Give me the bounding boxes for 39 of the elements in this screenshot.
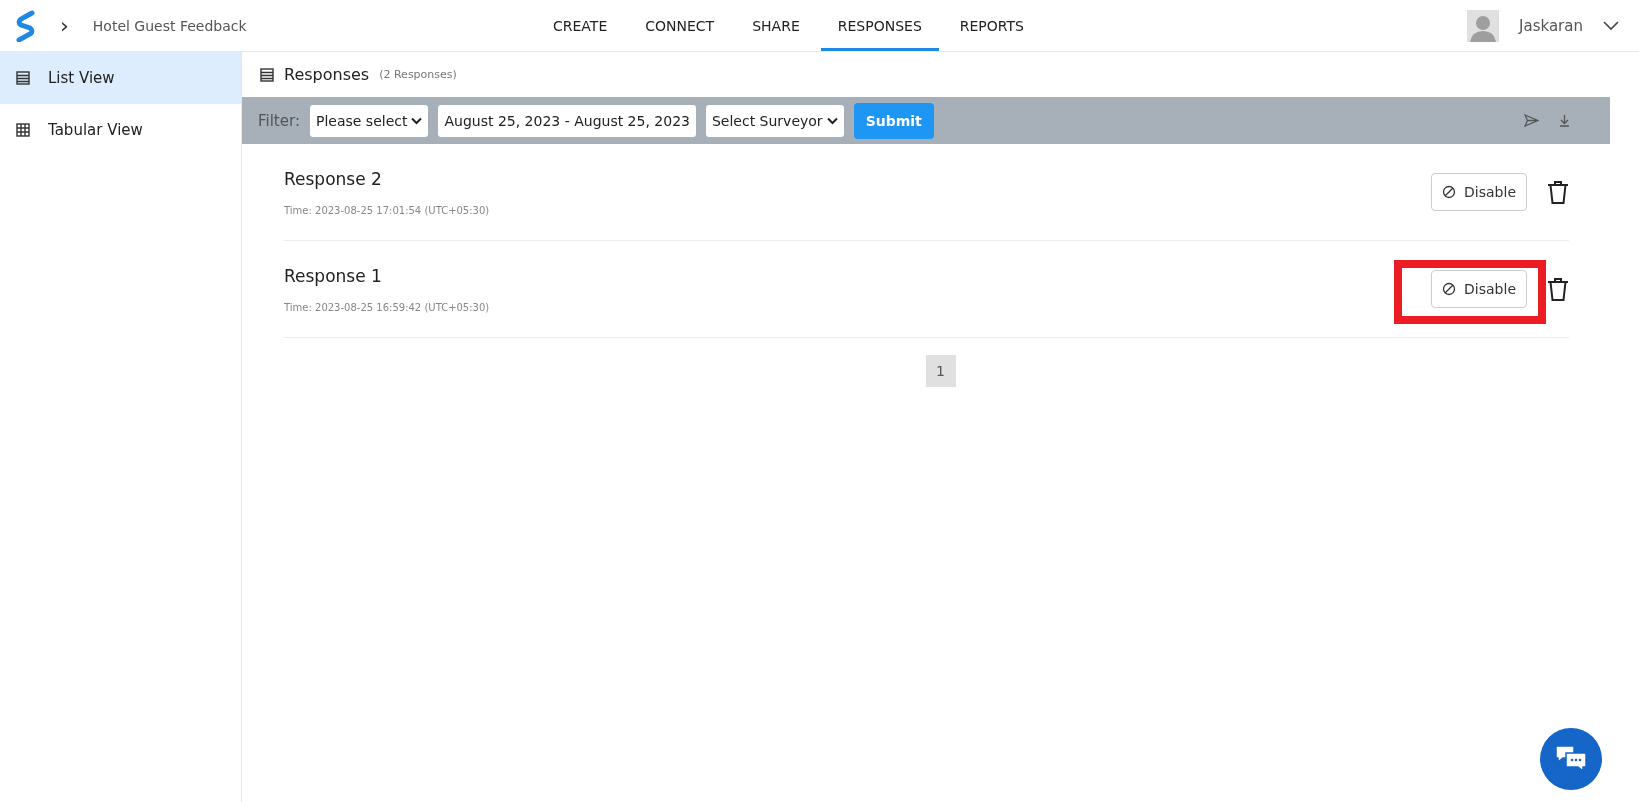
nav-tab[interactable]: RESPONSES bbox=[820, 0, 939, 51]
caret-icon bbox=[411, 116, 423, 125]
response-count: (2 Responses) bbox=[379, 68, 457, 81]
sidebar-label: Tabular View bbox=[48, 121, 143, 139]
disable-button[interactable]: Disable bbox=[1431, 270, 1527, 308]
disable-button[interactable]: Disable bbox=[1431, 173, 1527, 211]
logo-icon[interactable] bbox=[16, 9, 36, 42]
filter-select[interactable]: Please select bbox=[309, 104, 429, 137]
blocked-icon bbox=[1442, 185, 1457, 199]
list-icon bbox=[260, 67, 274, 82]
caret-icon bbox=[826, 116, 838, 125]
chevron-down-icon[interactable] bbox=[1603, 20, 1619, 31]
page-button[interactable]: 1 bbox=[925, 355, 956, 387]
sidebar-item[interactable]: Tabular View bbox=[0, 104, 241, 156]
sidebar-item[interactable]: List View bbox=[0, 52, 241, 104]
response-title[interactable]: Response 1 bbox=[284, 265, 490, 286]
date-range-field[interactable]: August 25, 2023 - August 25, 2023 bbox=[438, 104, 696, 137]
send-icon[interactable] bbox=[1524, 114, 1539, 127]
download-icon[interactable] bbox=[1559, 114, 1570, 127]
surveyor-select[interactable]: Select Surveyor bbox=[705, 104, 844, 137]
trash-icon[interactable] bbox=[1547, 276, 1569, 302]
response-title[interactable]: Response 2 bbox=[284, 168, 490, 189]
blocked-icon bbox=[1442, 282, 1457, 296]
sidebar-label: List View bbox=[48, 69, 115, 87]
table-icon bbox=[16, 123, 30, 137]
trash-icon[interactable] bbox=[1547, 179, 1569, 205]
response-time: Time: 2023-08-25 16:59:42 (UTC+05:30) bbox=[284, 301, 490, 313]
nav-tab[interactable]: SHARE bbox=[735, 0, 817, 51]
breadcrumb-chevron: › bbox=[60, 13, 69, 38]
filter-label: Filter: bbox=[258, 111, 300, 130]
avatar-icon[interactable] bbox=[1467, 9, 1500, 42]
user-name[interactable]: Jaskaran bbox=[1519, 16, 1583, 35]
nav-tab[interactable]: REPORTS bbox=[942, 0, 1041, 51]
survey-title: Hotel Guest Feedback bbox=[92, 17, 247, 34]
nav-tab[interactable]: CREATE bbox=[536, 0, 625, 51]
nav-tab[interactable]: CONNECT bbox=[628, 0, 732, 51]
response-time: Time: 2023-08-25 17:01:54 (UTC+05:30) bbox=[284, 204, 490, 216]
panel-title: Responses bbox=[284, 65, 370, 84]
list-icon bbox=[16, 71, 30, 85]
